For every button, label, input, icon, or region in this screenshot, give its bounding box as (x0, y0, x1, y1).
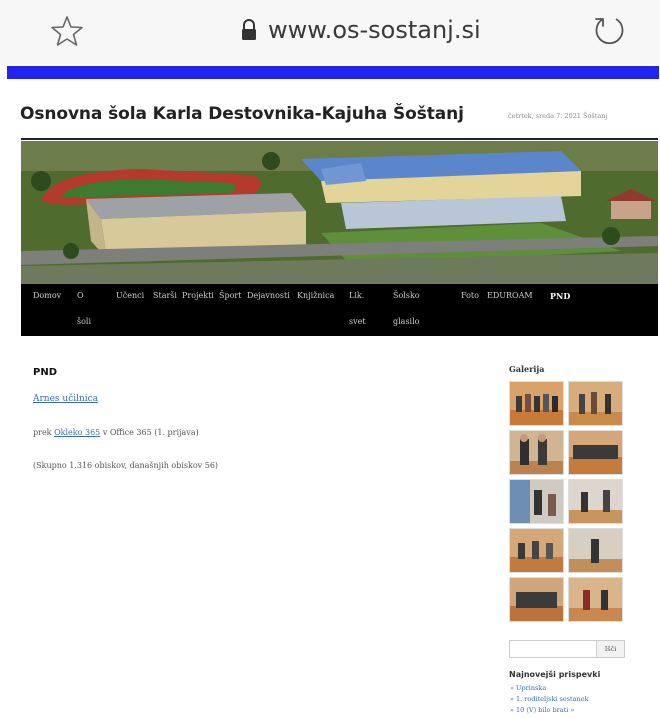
gallery-title: Galerija (509, 364, 545, 374)
recent-post-item[interactable]: » Uprinska (510, 683, 589, 694)
recent-post-item[interactable]: » 1. roditeljski sestanek (510, 694, 589, 705)
gallery-thumbnail[interactable] (509, 381, 564, 426)
nav-item-domov[interactable]: Domov (33, 284, 61, 308)
gallery-thumbnail[interactable] (509, 430, 564, 475)
office365-link[interactable]: Okleko 365 (54, 428, 100, 437)
header-banner-image (21, 141, 658, 284)
nav-item-solsko-glasilo-cont[interactable]: glasilo (393, 310, 420, 334)
nav-item-ucenci[interactable]: Učenci (116, 284, 144, 308)
lock-icon (242, 19, 256, 40)
nav-item-starsi[interactable]: Starši (153, 284, 177, 308)
nav-item-o-soli-cont[interactable]: šoli (77, 310, 91, 334)
office365-prefix: prek (33, 428, 52, 437)
page-title: PND (33, 367, 57, 378)
office365-suffix: v Office 365 (1. prijava) (102, 428, 199, 437)
header-rule (21, 138, 658, 140)
main-nav: Domov O šoli Učenci Starši Projekti Špor… (21, 284, 658, 336)
nav-item-lik-svet-cont[interactable]: svet (349, 310, 366, 334)
gallery-thumbnail[interactable] (509, 577, 564, 622)
nav-item-o-soli[interactable]: O (77, 284, 84, 308)
recent-posts-list: » Uprinska » 1. roditeljski sestanek » 1… (510, 683, 589, 716)
arnes-ucilnica-link[interactable]: Arnes učilnica (33, 394, 98, 404)
browser-toolbar: www.os-sostanj.si (0, 0, 660, 64)
nav-item-eduroam[interactable]: EDUROAM (487, 284, 533, 308)
nav-item-lik-svet[interactable]: Lik. (349, 284, 364, 308)
gallery-thumbnail[interactable] (568, 577, 623, 622)
nav-item-foto[interactable]: Foto (461, 284, 479, 308)
sidebar-search-button[interactable]: Išči (596, 640, 625, 658)
reload-icon[interactable] (590, 12, 628, 50)
url-text: www.os-sostanj.si (268, 16, 481, 44)
nav-item-sport[interactable]: Šport (219, 284, 241, 308)
recent-post-item[interactable]: » 10 (V) bilo brati » (510, 705, 589, 716)
header-date: četrtek, sreda 7. 2021 Šoštanj (508, 112, 608, 120)
address-bar[interactable]: www.os-sostanj.si (240, 16, 481, 44)
site-title[interactable]: Osnovna šola Karla Destovnika-Kajuha Šoš… (20, 104, 464, 124)
recent-posts-title: Najnovejši prispevki (509, 670, 601, 679)
accent-bar (7, 66, 659, 79)
gallery-thumbnail[interactable] (568, 430, 623, 475)
nav-item-projekti[interactable]: Projekti (182, 284, 214, 308)
gallery-thumbnail[interactable] (568, 479, 623, 524)
nav-item-solsko-glasilo[interactable]: Šolsko (393, 284, 420, 308)
gallery-thumbnail[interactable] (509, 528, 564, 573)
star-icon[interactable] (50, 14, 84, 48)
nav-item-pnd[interactable]: PND (550, 284, 570, 308)
office365-line: prek Okleko 365 v Office 365 (1. prijava… (33, 428, 199, 437)
visit-counter: (Skupno 1.316 obiskov, današnjih obiskov… (33, 461, 219, 470)
sidebar-search-input[interactable] (509, 640, 598, 658)
nav-item-dejavnosti[interactable]: Dejavnosti (247, 284, 290, 308)
gallery-thumbnail[interactable] (568, 381, 623, 426)
nav-item-knjiznica[interactable]: Knjižnica (297, 284, 334, 308)
gallery-thumbnail[interactable] (568, 528, 623, 573)
gallery-thumbnail[interactable] (509, 479, 564, 524)
